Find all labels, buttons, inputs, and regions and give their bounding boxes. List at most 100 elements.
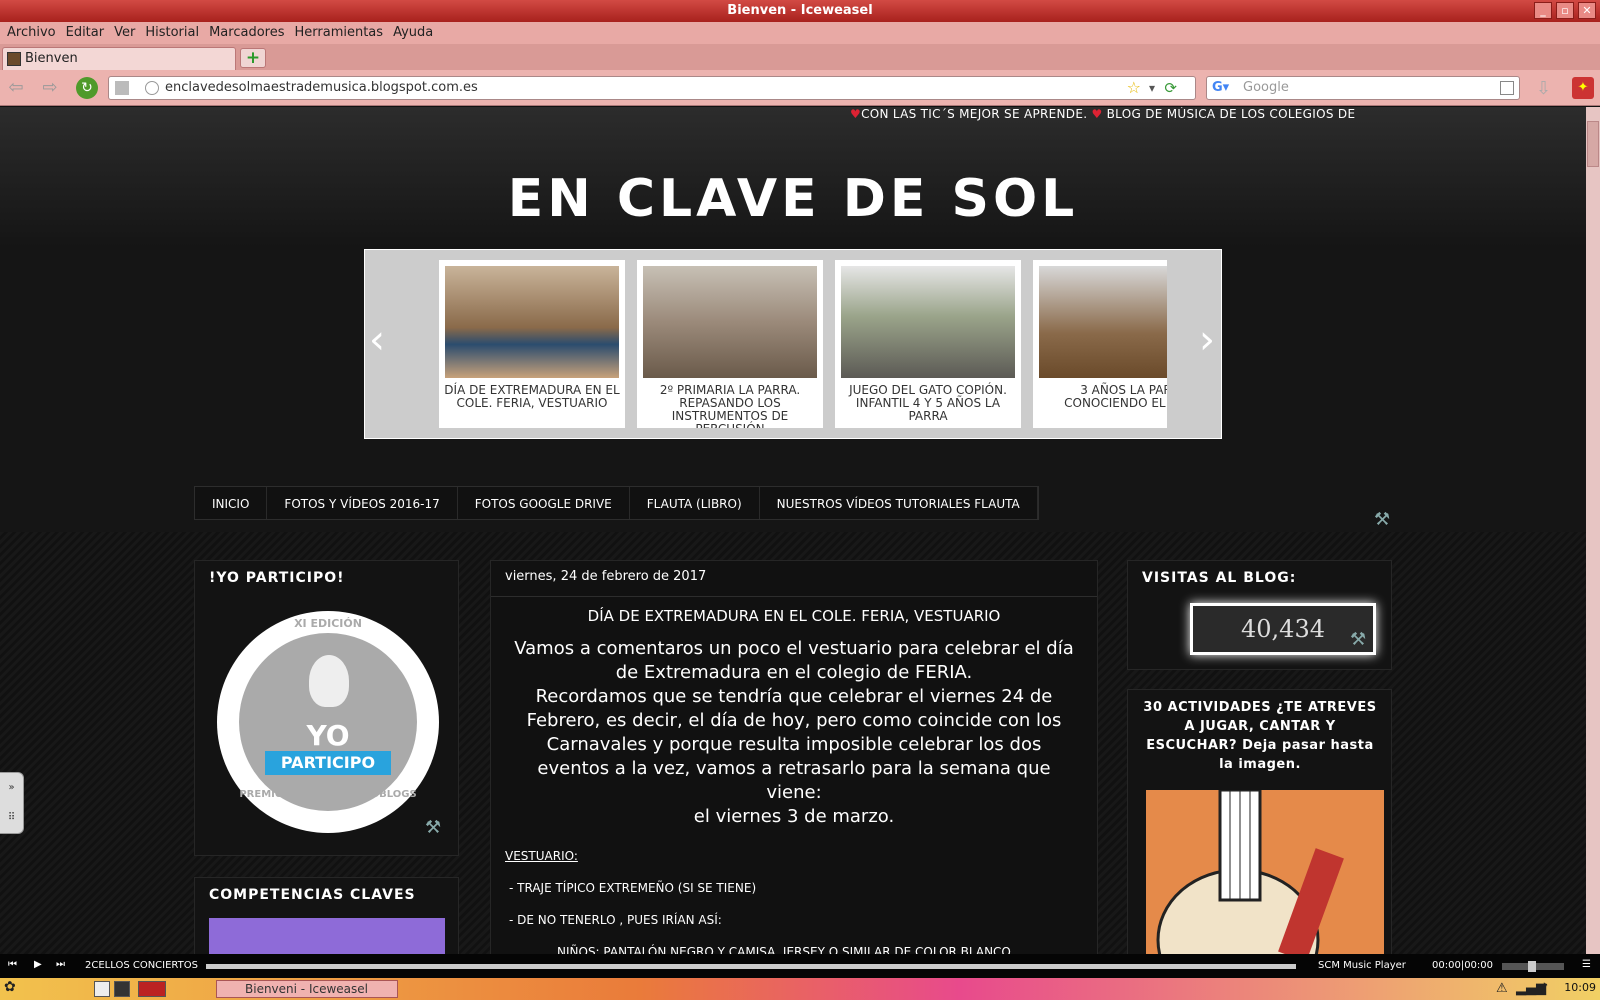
competencias-image[interactable] [209,918,445,954]
back-icon[interactable]: ⇦ [4,76,28,100]
quicklaunch-icon[interactable] [94,981,110,997]
new-tab-button[interactable]: + [240,48,266,68]
post-date: viernes, 24 de febrero de 2017 [505,569,707,584]
tab-bienven[interactable]: Bienven [2,47,236,70]
browser-launch-icon[interactable] [138,981,166,997]
blog-post: viernes, 24 de febrero de 2017 DÍA DE EX… [490,560,1098,954]
blog-header: ♥CON LAS TIC´S MEJOR SE APRENDE. ♥ BLOG … [0,107,1586,537]
widget-title: 30 ACTIVIDADES ¿TE ATREVES A JUGAR, CANT… [1143,700,1377,772]
page-scrollbar[interactable] [1586,107,1600,954]
post-paragraph: Recordamos que se tendría que celebrar e… [526,686,1062,803]
globe-icon [145,81,159,95]
side-panel-tab[interactable]: » ⠿ [0,772,24,834]
track-title: 2CELLOS CONCIERTOS [85,960,198,971]
carousel-card-title[interactable]: 3 AÑOS LA PAR CONOCIENDO EL XIL [1037,384,1167,410]
url-bar[interactable]: enclavedesolmaestrademusica.blogspot.com… [108,76,1196,100]
menu-editar[interactable]: Editar [61,22,110,44]
edit-tools-icon[interactable]: ⚒ [1374,509,1390,530]
history-dropdown-icon[interactable]: ▾ [1149,77,1155,99]
menu-archivo[interactable]: Archivo [2,22,61,44]
taskbar-window-button[interactable]: Bienveni - Iceweasel [216,980,398,998]
post-body: Vamos a comentaros un poco el vestuario … [511,637,1077,829]
restore-icon[interactable]: ▫ [1556,2,1574,19]
post-title[interactable]: DÍA DE EXTREMADURA EN EL COLE. FERIA, VE… [491,607,1097,625]
edit-tools-icon[interactable]: ⚒ [425,817,441,838]
forward-icon[interactable]: ⇨ [38,76,62,100]
widget-title: VISITAS AL BLOG: [1142,570,1297,586]
menu-ayuda[interactable]: Ayuda [388,22,438,44]
blog-tagline: ♥CON LAS TIC´S MEJOR SE APRENDE. ♥ BLOG … [850,107,1355,121]
identity-icon[interactable] [115,81,129,95]
nav-inicio[interactable]: INICIO [195,487,268,519]
carousel-thumbnail[interactable] [1039,266,1167,378]
minimize-icon[interactable]: _ [1534,2,1552,19]
music-player: ⏮ ▶ ⏭ 2CELLOS CONCIERTOS SCM Music Playe… [0,954,1600,978]
playlist-icon[interactable]: ☰ [1582,959,1591,970]
carousel-card-title[interactable]: 2º PRIMARIA LA PARRA. REPASANDO LOS INST… [641,384,819,429]
taskbar-window-label: Bienveni - Iceweasel [245,982,368,996]
search-bar[interactable]: G▾ Google [1206,76,1520,100]
widget-competencias: COMPETENCIAS CLAVES [194,877,459,954]
nav-fotos-videos[interactable]: FOTOS Y VÍDEOS 2016-17 [267,487,458,519]
actividades-image[interactable] [1146,788,1384,954]
badge-premio: PREMIO ESPIRAL DE EDUBLOGS [239,789,417,800]
carousel-thumbnail[interactable] [445,266,619,378]
menu-historial[interactable]: Historial [140,22,204,44]
google-engine-icon[interactable]: G▾ [1212,77,1229,99]
nav-videos-flauta[interactable]: NUESTROS VÍDEOS TUTORIALES FLAUTA [760,487,1038,519]
carousel-card-title[interactable]: DÍA DE EXTREMADURA EN EL COLE. FERIA, VE… [443,384,621,410]
blog-title[interactable]: EN CLAVE DE SOL [0,169,1586,229]
volume-slider[interactable] [1502,961,1564,972]
carousel-card[interactable]: DÍA DE EXTREMADURA EN EL COLE. FERIA, VE… [439,260,625,428]
carousel-next-icon[interactable]: › [1199,320,1215,360]
carousel-card-title[interactable]: JUEGO DEL GATO COPIÓN. INFANTIL 4 Y 5 AÑ… [839,384,1017,423]
go-icon[interactable]: ⟳ [1164,77,1177,99]
badge-edition: XI EDICIÓN [294,617,362,630]
carousel-prev-icon[interactable]: ‹ [369,320,385,360]
download-icon[interactable]: ⇩ [1536,78,1551,99]
close-icon[interactable]: ✕ [1578,2,1596,19]
post-paragraph: el viernes 3 de marzo. [693,806,895,827]
menu-herramientas[interactable]: Herramientas [290,22,389,44]
terminal-icon[interactable] [114,981,130,997]
track-progress-bar[interactable] [206,964,1296,969]
bookmark-star-icon[interactable]: ☆ [1127,77,1141,99]
update-icon[interactable]: ⚠ [1496,981,1512,997]
widget-title: COMPETENCIAS CLAVES [209,887,416,903]
carousel-thumbnail[interactable] [841,266,1015,378]
start-menu-icon[interactable]: ✿ [4,979,20,995]
vestuario-label: VESTUARIO: [505,849,578,863]
reload-icon[interactable]: ↻ [76,77,98,99]
next-icon[interactable]: ⏭ [56,959,65,970]
volume-icon[interactable]: ♪ [1540,981,1556,997]
search-go-icon[interactable] [1500,81,1514,95]
tagline-text-2: BLOG DE MÚSICA DE LOS COLEGIOS DE [1106,107,1356,121]
badge-participo: PARTICIPO [265,751,391,775]
participo-badge[interactable]: XI EDICIÓN YO PARTICIPO PREMIO ESPIRAL D… [217,611,439,833]
play-icon[interactable]: ▶ [34,959,42,970]
player-name: SCM Music Player [1318,960,1406,971]
edit-tools-icon[interactable]: ⚒ [1350,629,1366,650]
track-time: 00:00|00:00 [1432,960,1494,971]
nav-fotos-drive[interactable]: FOTOS GOOGLE DRIVE [458,487,630,519]
nav-flauta-libro[interactable]: FLAUTA (LIBRO) [630,487,760,519]
carousel-card[interactable]: 3 AÑOS LA PAR CONOCIENDO EL XIL [1033,260,1167,428]
menu-ver[interactable]: Ver [109,22,140,44]
carousel-card[interactable]: JUEGO DEL GATO COPIÓN. INFANTIL 4 Y 5 AÑ… [835,260,1021,428]
window-title: Bienven - Iceweasel [727,3,873,18]
favicon-icon [7,52,21,66]
addon-icon[interactable]: ✦ [1572,77,1594,99]
post-list-item: - TRAJE TÍPICO EXTREMEÑO (SI SE TIENE) [509,881,757,895]
badge-yo: YO [306,719,350,752]
widget-actividades: 30 ACTIVIDADES ¿TE ATREVES A JUGAR, CANT… [1127,689,1392,954]
menu-marcadores[interactable]: Marcadores [204,22,289,44]
tabbar: Bienven + [0,44,1600,70]
carousel-thumbnail[interactable] [643,266,817,378]
carousel-card[interactable]: 2º PRIMARIA LA PARRA. REPASANDO LOS INST… [637,260,823,428]
previous-icon[interactable]: ⏮ [8,959,17,970]
volume-knob[interactable] [1528,961,1536,972]
navigation-toolbar: ⇦ ⇨ ↻ enclavedesolmaestrademusica.blogsp… [0,70,1600,106]
visit-counter: 40,434 [1190,603,1376,655]
scrollbar-thumb[interactable] [1587,121,1599,167]
network-icon[interactable]: ▂▄▆ [1516,981,1546,997]
